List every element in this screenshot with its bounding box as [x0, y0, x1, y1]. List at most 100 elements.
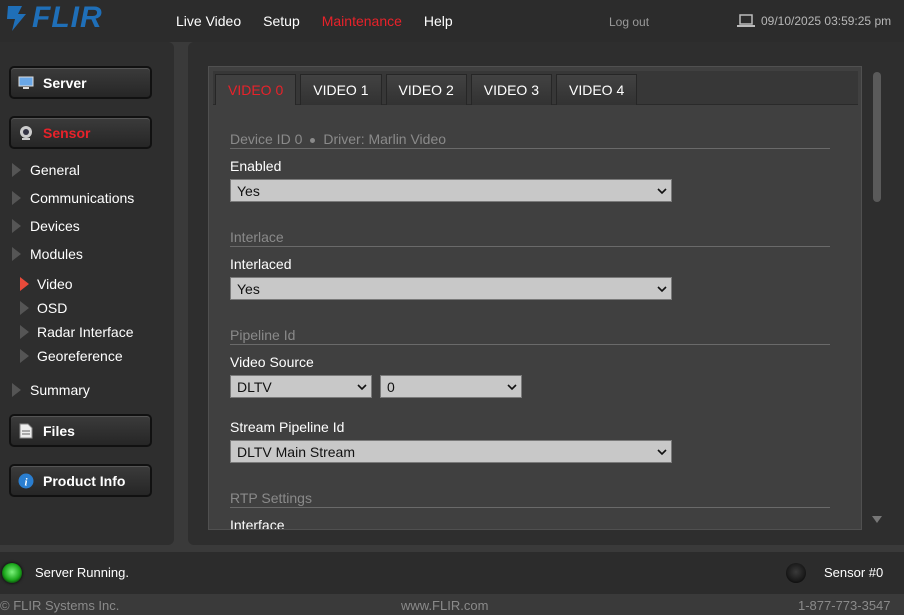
footer-phone: 1-877-773-3547: [798, 598, 891, 613]
server-button[interactable]: Server: [9, 66, 152, 99]
sidebar-item-general[interactable]: General: [12, 162, 80, 178]
product-info-button[interactable]: i Product Info: [9, 464, 152, 497]
sidebar-item-label: General: [30, 162, 80, 178]
webcam-icon: [17, 124, 35, 142]
video-source-index-select[interactable]: 0: [380, 375, 522, 398]
triangle-right-icon: [20, 301, 29, 315]
sidebar-item-label: Modules: [30, 246, 83, 262]
triangle-right-icon: [12, 247, 21, 261]
sidebar-item-label: OSD: [37, 300, 68, 316]
files-button[interactable]: Files: [9, 414, 152, 447]
tab-video-3[interactable]: VIDEO 3: [470, 74, 552, 105]
interlaced-value: Yes: [237, 280, 260, 297]
main-panel: VIDEO 0 VIDEO 1 VIDEO 2 VIDEO 3 VIDEO 4 …: [188, 42, 904, 545]
footer-copyright: © FLIR Systems Inc.: [0, 598, 120, 613]
server-status-text: Server Running.: [35, 565, 129, 580]
rtp-section: RTP Settings: [230, 490, 830, 508]
sensor-status-led: [786, 563, 806, 583]
triangle-right-icon: [20, 349, 29, 363]
interlace-section: Interlace: [230, 229, 830, 247]
flir-logo[interactable]: FLIR: [4, 1, 103, 34]
enabled-label: Enabled: [230, 158, 282, 174]
sidebar-item-communications[interactable]: Communications: [12, 190, 134, 206]
device-id: Device ID 0: [230, 131, 303, 147]
device-driver: Driver: Marlin Video: [323, 131, 447, 147]
tab-video-1[interactable]: VIDEO 1: [300, 74, 382, 105]
triangle-right-icon: [12, 383, 21, 397]
sidebar-item-label: Devices: [30, 218, 80, 234]
enabled-select[interactable]: Yes: [230, 179, 672, 202]
tab-video-4[interactable]: VIDEO 4: [556, 74, 638, 105]
triangle-right-icon: [12, 191, 21, 205]
video-source-index-value: 0: [387, 378, 395, 395]
interface-label: Interface: [230, 517, 285, 530]
stream-pipeline-select[interactable]: DLTV Main Stream: [230, 440, 672, 463]
video-tabs: VIDEO 0 VIDEO 1 VIDEO 2 VIDEO 3 VIDEO 4: [213, 71, 858, 105]
tab-video-2[interactable]: VIDEO 2: [385, 74, 467, 105]
sidebar-item-label: Georeference: [37, 348, 123, 364]
server-status-led: [2, 563, 22, 583]
datetime-text: 09/10/2025 03:59:25 pm: [761, 14, 892, 28]
bullet-icon: [310, 137, 316, 143]
footer-website[interactable]: www.FLIR.com: [401, 598, 488, 613]
nav-maintenance[interactable]: Maintenance: [322, 13, 402, 29]
tab-video-0[interactable]: VIDEO 0: [215, 74, 297, 105]
scroll-down-arrow-icon[interactable]: [872, 516, 882, 523]
video-source-value: DLTV: [237, 378, 272, 395]
sensor-label: Sensor: [43, 124, 91, 141]
triangle-right-icon: [20, 277, 29, 291]
laptop-icon: [737, 14, 755, 27]
sensor-button[interactable]: Sensor: [9, 116, 152, 149]
triangle-right-icon: [20, 325, 29, 339]
triangle-right-icon: [12, 219, 21, 233]
nav-setup[interactable]: Setup: [263, 13, 300, 29]
sidebar-item-video[interactable]: Video: [20, 276, 73, 292]
interlaced-select[interactable]: Yes: [230, 277, 672, 300]
sidebar-item-osd[interactable]: OSD: [20, 300, 67, 316]
sidebar-item-georeference[interactable]: Georeference: [20, 348, 123, 364]
video-source-select[interactable]: DLTV: [230, 375, 372, 398]
document-icon: [17, 422, 35, 440]
top-bar: FLIR Live Video Setup Maintenance Help L…: [0, 0, 904, 42]
server-label: Server: [43, 74, 87, 91]
pipeline-section: Pipeline Id: [230, 327, 830, 345]
stream-pipeline-value: DLTV Main Stream: [237, 443, 355, 460]
chevron-down-icon: [507, 384, 517, 391]
product-info-label: Product Info: [43, 472, 126, 489]
chevron-down-icon: [657, 449, 667, 456]
sidebar-item-summary[interactable]: Summary: [12, 382, 90, 398]
monitor-icon: [17, 74, 35, 92]
sidebar-item-radar-interface[interactable]: Radar Interface: [20, 324, 134, 340]
files-label: Files: [43, 422, 75, 439]
stream-pipeline-label: Stream Pipeline Id: [230, 419, 345, 435]
sidebar-item-label: Summary: [30, 382, 90, 398]
nav-live-video[interactable]: Live Video: [176, 13, 241, 29]
sidebar-item-devices[interactable]: Devices: [12, 218, 80, 234]
logout-link[interactable]: Log out: [609, 15, 649, 29]
main-nav: Live Video Setup Maintenance Help: [176, 13, 475, 29]
logo-text: FLIR: [32, 1, 103, 34]
interlaced-label: Interlaced: [230, 256, 292, 272]
sidebar-item-label: Radar Interface: [37, 324, 134, 340]
sidebar-item-modules[interactable]: Modules: [12, 246, 83, 262]
sidebar: Server Sensor General Communications Dev…: [0, 42, 174, 545]
nav-help[interactable]: Help: [424, 13, 453, 29]
flir-logo-icon: [7, 6, 26, 31]
video-source-label: Video Source: [230, 354, 314, 370]
footer: © FLIR Systems Inc. www.FLIR.com 1-877-7…: [0, 596, 904, 615]
chevron-down-icon: [657, 188, 667, 195]
scroll-thumb[interactable]: [873, 72, 881, 202]
chevron-down-icon: [357, 384, 367, 391]
content-scrollbar[interactable]: [870, 68, 884, 528]
datetime-display: 09/10/2025 03:59:25 pm: [737, 14, 891, 28]
status-bar: Server Running. Sensor #0: [0, 552, 904, 594]
sidebar-item-label: Video: [37, 276, 73, 292]
info-icon: i: [17, 472, 35, 490]
enabled-value: Yes: [237, 182, 260, 199]
sensor-status-text: Sensor #0: [824, 565, 884, 580]
triangle-right-icon: [12, 163, 21, 177]
sidebar-item-label: Communications: [30, 190, 135, 206]
video-settings-panel: VIDEO 0 VIDEO 1 VIDEO 2 VIDEO 3 VIDEO 4 …: [208, 66, 862, 530]
device-header: Device ID 0 Driver: Marlin Video: [230, 131, 830, 149]
chevron-down-icon: [657, 286, 667, 293]
